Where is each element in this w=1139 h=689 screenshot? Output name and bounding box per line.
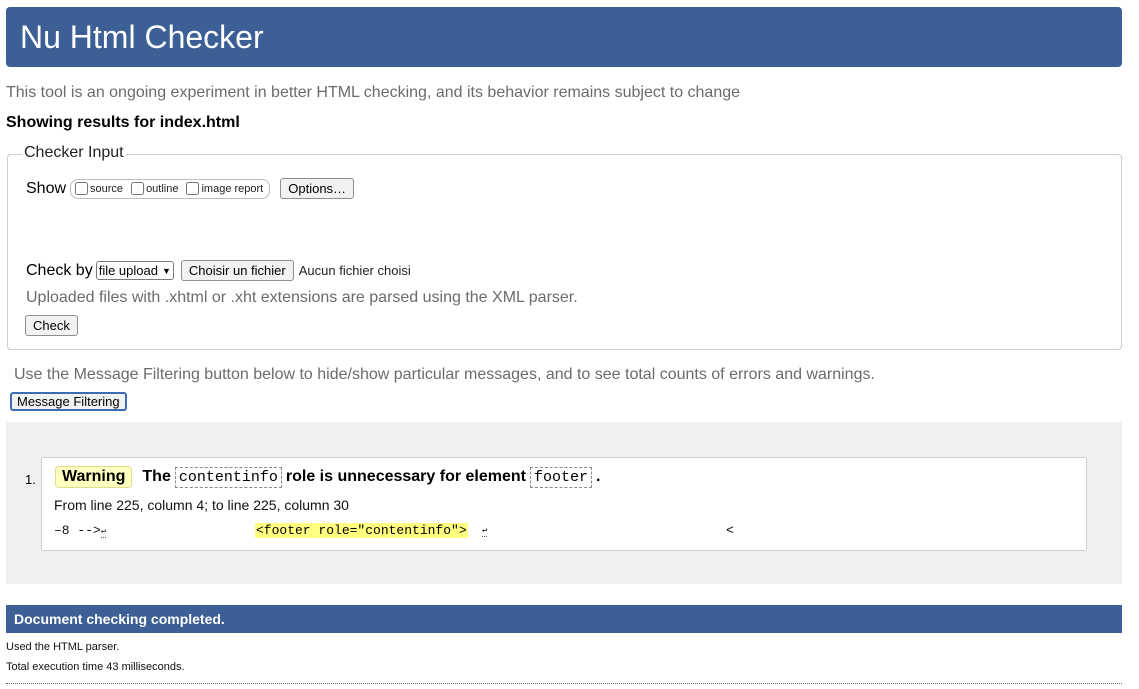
show-image-report-checkbox[interactable] <box>186 182 200 195</box>
message-text: Warning The contentinfo role is unnecess… <box>55 466 600 488</box>
code-extract-after: < <box>726 523 734 538</box>
message-text-mid: role is unnecessary for element <box>285 468 526 485</box>
message-number: 1. <box>25 472 36 487</box>
showing-results: Showing results for index.html <box>6 114 240 131</box>
xml-parser-note: Uploaded files with .xhtml or .xht exten… <box>26 289 578 306</box>
extract-before-text: –8 --> <box>54 523 101 538</box>
parser-note: Used the HTML parser. <box>6 641 120 653</box>
message-location: From line 225, column 4; to line 225, co… <box>54 497 349 513</box>
file-status: Aucun fichier choisi <box>298 263 411 278</box>
warning-badge: Warning <box>55 466 133 488</box>
check-by-selected: file upload <box>98 263 158 278</box>
chevron-down-icon: ▼ <box>161 265 171 276</box>
newline-icon: ↩ <box>100 527 107 538</box>
show-source-label: source <box>90 182 124 195</box>
show-source-checkbox[interactable] <box>75 182 89 195</box>
message-text-pre: The <box>142 468 171 485</box>
message-filtering-button[interactable]: Message Filtering <box>10 392 127 411</box>
show-row: Show source outline image report Options… <box>26 178 355 199</box>
page-title: Nu Html Checker <box>20 19 264 55</box>
show-outline-option[interactable]: outline <box>129 182 178 195</box>
message-code-contentinfo: contentinfo <box>174 466 282 488</box>
show-image-report-label: image report <box>201 182 264 195</box>
show-options-group: source outline image report <box>70 178 271 199</box>
show-outline-label: outline <box>146 182 179 195</box>
page-header: Nu Html Checker <box>6 7 1122 67</box>
check-by-label: Check by <box>26 261 93 279</box>
code-extract-before: –8 -->↩ <box>54 523 107 538</box>
execution-time-note: Total execution time 43 milliseconds. <box>6 661 185 673</box>
options-button[interactable]: Options… <box>280 178 355 199</box>
show-outline-checkbox[interactable] <box>131 182 145 195</box>
check-by-select[interactable]: file upload ▼ <box>95 261 174 280</box>
message-text-post: . <box>596 468 601 485</box>
show-source-option[interactable]: source <box>73 182 123 195</box>
filter-note: Use the Message Filtering button below t… <box>14 366 875 383</box>
bottom-divider <box>6 683 1122 684</box>
code-extract-highlight: <footer role="contentinfo"> <box>255 523 468 538</box>
check-button[interactable]: Check <box>25 315 78 336</box>
choose-file-button[interactable]: Choisir un fichier <box>180 260 294 281</box>
completion-title: Document checking completed. <box>14 611 225 627</box>
check-by-row: Check by file upload ▼ Choisir un fichie… <box>26 260 411 281</box>
completion-bar: Document checking completed. <box>6 605 1122 633</box>
checker-input-legend: Checker Input <box>22 144 126 162</box>
newline-icon: ↩ <box>482 526 488 537</box>
show-label: Show <box>26 179 67 197</box>
intro-text: This tool is an ongoing experiment in be… <box>6 84 741 101</box>
message-code-footer: footer <box>530 466 593 488</box>
show-image-report-option[interactable]: image report <box>184 182 263 195</box>
